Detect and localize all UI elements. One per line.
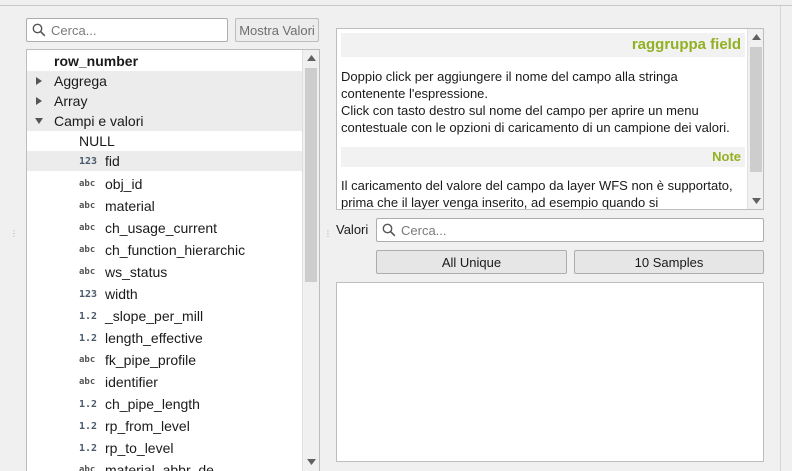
field-item[interactable]: abc ch_function_hierarchic	[27, 240, 303, 260]
values-search-field[interactable]	[376, 218, 764, 242]
values-label: Valori	[336, 222, 369, 237]
tree-group[interactable]: Array	[27, 91, 303, 111]
field-item[interactable]: 1.2 rp_to_level	[27, 438, 303, 458]
tree-item-label: width	[105, 286, 138, 302]
field-item[interactable]: 1.2 rp_from_level	[27, 416, 303, 436]
text-type-icon: abc	[79, 465, 96, 471]
field-item[interactable]: 1.2 length_effective	[27, 328, 303, 348]
tree-item-label: NULL	[79, 133, 115, 149]
text-type-icon: abc	[79, 201, 96, 211]
decimal-type-icon: 1.2	[79, 420, 98, 432]
decimal-type-icon: 1.2	[79, 310, 98, 322]
tree-item-label: material	[105, 198, 155, 214]
scroll-down-arrow-icon[interactable]	[303, 454, 320, 470]
help-text-line: Click con tasto destro sul nome del camp…	[341, 103, 699, 118]
text-type-icon: abc	[79, 245, 96, 255]
integer-type-icon: 123	[79, 288, 98, 300]
chevron-down-icon[interactable]	[35, 117, 43, 125]
top-divider	[0, 5, 792, 6]
search-icon	[377, 219, 401, 241]
tree-item-label: _slope_per_mill	[105, 308, 204, 324]
tree-item-label: ch_pipe_length	[105, 396, 200, 412]
help-text-line: Doppio click per aggiungere il nome del …	[341, 69, 678, 84]
help-text-line: contenente l'espressione.	[341, 86, 489, 101]
decimal-type-icon: 1.2	[79, 442, 98, 454]
tree-item-label: fk_pipe_profile	[105, 352, 197, 368]
tree-item-label: ws_status	[105, 264, 168, 280]
scroll-up-arrow-icon[interactable]	[303, 50, 320, 66]
ten-samples-button[interactable]: 10 Samples	[574, 250, 764, 274]
all-unique-button[interactable]: All Unique	[376, 250, 567, 274]
scroll-up-arrow-icon[interactable]	[748, 29, 763, 45]
values-search-input[interactable]	[401, 222, 756, 238]
function-tree: row_number Aggrega Array Campi e valori NULL…	[26, 49, 320, 471]
text-type-icon: abc	[79, 355, 96, 365]
tree-item-label: length_effective	[105, 330, 203, 346]
tree-scrollbar[interactable]	[302, 50, 319, 471]
field-item[interactable]: abc material_abbr_de	[27, 460, 303, 471]
help-note-title: Note	[341, 147, 745, 167]
tree-item[interactable]: row_number	[27, 51, 303, 71]
help-scrollbar-thumb[interactable]	[750, 47, 762, 172]
tree-item-label: row_number	[54, 53, 139, 69]
help-text-line: contestuale con le opzioni di caricament…	[341, 120, 730, 135]
values-list[interactable]	[336, 282, 764, 462]
help-note-line: prima che il layer venga inserito, ad es…	[341, 195, 659, 210]
function-search-field[interactable]	[26, 18, 228, 42]
tree-item[interactable]: NULL	[27, 131, 303, 151]
decimal-type-icon: 1.2	[79, 332, 98, 344]
show-values-button[interactable]: Mostra Valori	[235, 18, 319, 42]
right-edge-divider	[780, 6, 781, 471]
left-splitter-handle[interactable]: ⋮	[10, 230, 18, 238]
tree-group[interactable]: Campi e valori	[27, 111, 303, 131]
tree-group[interactable]: Aggrega	[27, 71, 303, 91]
field-item[interactable]: 123 width	[27, 284, 303, 304]
help-panel: raggruppa field Doppio click per aggiung…	[336, 28, 764, 210]
scroll-down-arrow-icon[interactable]	[748, 193, 763, 209]
tree-item-label: Aggrega	[54, 73, 107, 89]
text-type-icon: abc	[79, 179, 96, 189]
function-search-input[interactable]	[51, 22, 221, 38]
tree-item-label: Campi e valori	[54, 113, 144, 129]
tree-item-label: Array	[54, 93, 88, 109]
tree-item-label: identifier	[105, 374, 158, 390]
text-type-icon: abc	[79, 377, 96, 387]
tree-item-label: ch_function_hierarchic	[105, 242, 246, 258]
field-item[interactable]: abc obj_id	[27, 174, 303, 194]
field-item[interactable]: abc ws_status	[27, 262, 303, 282]
search-icon	[27, 19, 51, 41]
decimal-type-icon: 1.2	[79, 398, 98, 410]
field-item[interactable]: abc fk_pipe_profile	[27, 350, 303, 370]
tree-item-label: material_abbr_de	[105, 462, 214, 471]
text-type-icon: abc	[79, 223, 96, 233]
field-item[interactable]: 1.2 ch_pipe_length	[27, 394, 303, 414]
field-item[interactable]: 1.2 _slope_per_mill	[27, 306, 303, 326]
field-item[interactable]: abc identifier	[27, 372, 303, 392]
help-scrollbar[interactable]	[747, 29, 763, 209]
tree-item-label: ch_usage_current	[105, 220, 218, 236]
help-note-line: Il caricamento del valore del campo da l…	[341, 178, 733, 193]
tree-item-label: rp_to_level	[105, 440, 174, 456]
text-type-icon: abc	[79, 267, 96, 277]
help-title: raggruppa field	[341, 33, 745, 57]
tree-item-label: rp_from_level	[105, 418, 190, 434]
tree-scrollbar-thumb[interactable]	[305, 68, 317, 282]
integer-type-icon: 123	[79, 155, 98, 167]
chevron-right-icon[interactable]	[35, 77, 43, 85]
tree-item-label: fid	[105, 153, 120, 169]
tree-item-label: obj_id	[105, 176, 143, 192]
field-item[interactable]: abc material	[27, 196, 303, 216]
chevron-right-icon[interactable]	[35, 97, 43, 105]
field-item[interactable]: abc ch_usage_current	[27, 218, 303, 238]
center-splitter-handle[interactable]: ⋮	[324, 230, 332, 238]
field-item[interactable]: 123 fid	[27, 151, 303, 171]
